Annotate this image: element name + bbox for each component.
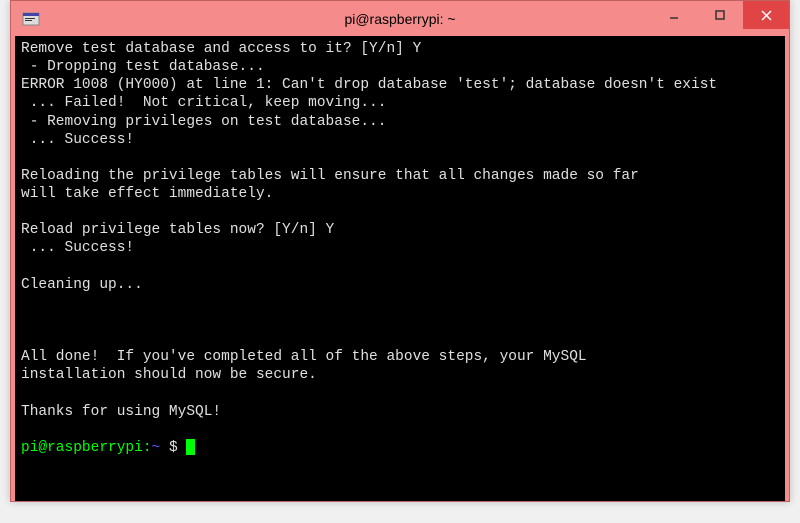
window-controls — [651, 1, 789, 29]
terminal-output: Remove test database and access to it? [… — [21, 41, 717, 420]
app-icon — [21, 9, 41, 29]
window-title: pi@raspberrypi: ~ — [344, 11, 455, 27]
close-button[interactable] — [743, 1, 789, 29]
maximize-button[interactable] — [697, 1, 743, 29]
prompt-user-host: pi@raspberrypi:~ $ — [21, 440, 178, 456]
terminal-content[interactable]: Remove test database and access to it? [… — [15, 36, 785, 501]
titlebar[interactable]: pi@raspberrypi: ~ — [11, 1, 789, 36]
minimize-button[interactable] — [651, 1, 697, 29]
terminal-cursor — [186, 439, 195, 455]
terminal-window: pi@raspberrypi: ~ Remove test database a… — [10, 0, 790, 502]
